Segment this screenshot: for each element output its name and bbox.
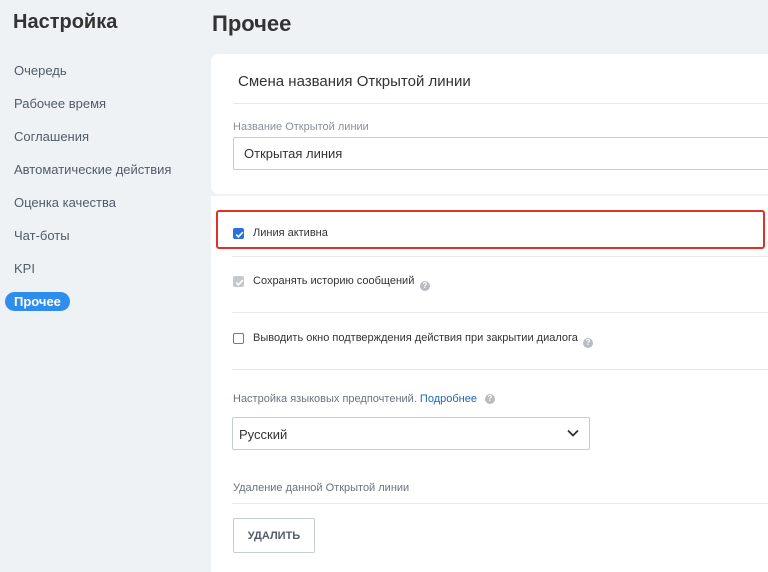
sidebar-item-queue[interactable]: Очередь	[14, 63, 67, 78]
page-title: Прочее	[212, 11, 292, 36]
language-label-text: Настройка языковых предпочтений.	[233, 393, 417, 405]
line-active-checkbox[interactable]	[233, 228, 244, 239]
sidebar-item-agreements[interactable]: Соглашения	[14, 129, 89, 144]
options-panel	[211, 196, 768, 572]
sidebar-item-other[interactable]: Прочее	[5, 292, 70, 311]
delete-button[interactable]: УДАЛИТЬ	[233, 518, 315, 553]
confirm-close-label: Выводить окно подтверждения действия при…	[253, 332, 578, 344]
language-select[interactable]: Русский	[232, 417, 590, 450]
sidebar: Настройка Очередь Рабочее время Соглашен…	[0, 0, 200, 572]
confirm-close-checkbox[interactable]	[233, 333, 244, 344]
help-icon[interactable]: ?	[420, 281, 430, 291]
language-more-link[interactable]: Подробнее	[420, 393, 477, 405]
divider	[232, 312, 768, 313]
rename-card: Смена названия Открытой линии Название О…	[211, 54, 768, 194]
sidebar-title: Настройка	[13, 11, 118, 33]
divider	[232, 369, 768, 370]
sidebar-item-automatic-actions[interactable]: Автоматические действия	[14, 162, 171, 177]
sidebar-item-quality-rating[interactable]: Оценка качества	[14, 195, 116, 210]
sidebar-item-chatbots[interactable]: Чат-боты	[14, 228, 70, 243]
help-icon[interactable]: ?	[583, 338, 593, 348]
checkmark-icon	[235, 279, 244, 286]
checkmark-icon	[235, 231, 244, 238]
language-select-value: Русский	[239, 427, 288, 442]
divider	[232, 256, 768, 257]
divider	[232, 503, 768, 504]
line-name-input[interactable]	[233, 137, 768, 170]
save-history-label: Сохранять историю сообщений	[253, 275, 415, 287]
line-name-label: Название Открытой линии	[233, 121, 369, 133]
language-label: Настройка языковых предпочтений. Подробн…	[233, 393, 477, 405]
rename-card-title: Смена названия Открытой линии	[238, 73, 471, 90]
divider	[233, 103, 768, 104]
chevron-down-icon	[567, 429, 579, 437]
sidebar-item-kpi[interactable]: KPI	[14, 261, 35, 276]
line-active-label: Линия активна	[253, 227, 328, 239]
save-history-checkbox[interactable]	[233, 276, 244, 287]
help-icon[interactable]: ?	[485, 394, 495, 404]
delete-label: Удаление данной Открытой линии	[233, 482, 410, 494]
sidebar-item-working-hours[interactable]: Рабочее время	[14, 96, 106, 111]
